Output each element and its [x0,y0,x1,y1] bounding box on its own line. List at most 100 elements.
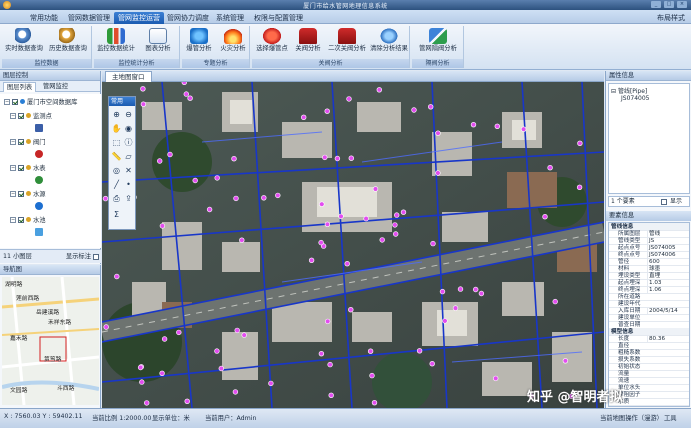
export-icon[interactable]: ⇪ [123,193,134,204]
valve-marker[interactable] [239,237,245,243]
buffer-icon[interactable]: ◎ [111,165,122,176]
valve-marker[interactable] [435,130,441,136]
valve-marker[interactable] [348,307,354,313]
print-icon[interactable]: ⎙ [111,193,122,204]
valve-marker[interactable] [322,154,328,161]
valve-marker[interactable] [429,361,435,367]
valve-marker[interactable] [176,329,182,336]
valve-marker[interactable] [392,222,398,228]
valve-marker[interactable] [576,184,583,191]
select-burst-point-button[interactable]: 选择爆管点 [252,28,292,58]
tab-monitoring[interactable]: 管网监控运营 [114,12,164,24]
valve-marker[interactable] [231,155,237,162]
expand-icon[interactable]: − [10,112,16,119]
valve-marker[interactable] [473,286,479,293]
valve-marker[interactable] [156,158,163,164]
valve-marker[interactable] [232,389,239,395]
layer-item-valve[interactable]: − 阀门 [10,136,46,147]
tab-network-monitor[interactable]: 管网监控 [40,82,71,92]
valve-marker[interactable] [181,82,187,85]
feature-tree-item[interactable]: JS074005 [621,95,649,102]
valve-marker[interactable] [214,175,220,181]
main-map-tab[interactable]: 主地图窗口 [105,71,152,82]
valve-marker[interactable] [372,186,379,192]
tools-menu[interactable]: 工具 [664,413,677,422]
valve-marker[interactable] [367,348,374,354]
valve-marker[interactable] [552,298,558,305]
fire-analysis-button[interactable]: 火灾分析 [216,28,250,58]
tab-permissions[interactable]: 权限与配置管理 [250,12,307,24]
identify-icon[interactable]: ⓘ [123,137,134,148]
display-checkbox[interactable] [661,199,667,205]
layer-tree-root[interactable]: − 厦门市空间数据库 [4,96,77,107]
valve-marker[interactable] [275,192,281,199]
valve-marker[interactable] [233,195,239,202]
valve-marker[interactable] [324,108,330,114]
tab-system[interactable]: 系统管理 [212,12,248,24]
layer-checkbox[interactable] [12,98,18,105]
expand-icon[interactable]: − [10,190,16,197]
valve-marker[interactable] [187,95,193,101]
valve-marker[interactable] [363,215,369,222]
valve-marker[interactable] [319,201,325,207]
valve-marker[interactable] [268,380,274,387]
tab-data-management[interactable]: 管网数据管理 [64,12,114,24]
valve-marker[interactable] [369,372,375,379]
valve-marker[interactable] [114,273,120,280]
pan-icon[interactable]: ✋ [111,123,122,134]
valve-marker[interactable] [184,398,190,404]
valve-marker[interactable] [338,213,344,220]
expand-icon[interactable]: − [10,164,16,171]
valve-marker[interactable] [140,101,147,107]
valve-marker[interactable] [140,86,146,92]
layer-item-pool[interactable]: − 水池 [10,214,46,225]
close-button[interactable]: × [677,1,687,8]
burst-analysis-button[interactable]: 爆管分析 [182,28,216,58]
valve-marker[interactable] [328,392,334,398]
valve-marker[interactable] [442,318,448,324]
draw-line-icon[interactable]: ╱ [111,179,122,190]
valve-marker[interactable] [562,358,569,364]
valve-marker[interactable] [494,123,500,129]
valve-marker[interactable] [393,231,399,237]
clear-results-button[interactable]: 清除分析结果 [368,28,410,58]
layer-item-meter[interactable]: − 水表 [10,162,46,173]
valve-marker[interactable] [318,239,324,246]
valve-marker[interactable] [344,261,350,267]
valve-marker[interactable] [346,96,352,102]
valve-marker[interactable] [542,214,548,220]
select-icon[interactable]: ⬚ [111,137,122,148]
measure-area-icon[interactable]: ▱ [123,151,134,162]
collapse-icon[interactable]: ⊟ [611,88,618,95]
tab-common[interactable]: 常用功能 [26,12,62,24]
valve-marker[interactable] [137,364,144,371]
isolation-analysis-button[interactable]: 管网隔阀分析 [417,28,459,58]
minimize-button[interactable]: _ [651,1,661,8]
maximize-button[interactable]: □ [664,1,674,8]
valve-marker[interactable] [411,107,417,113]
valve-marker[interactable] [435,170,441,176]
clear-map-icon[interactable]: ✕ [123,165,134,176]
full-extent-icon[interactable]: ◉ [123,123,134,134]
valve-marker[interactable] [348,155,355,161]
valve-marker[interactable] [218,365,225,372]
valve-marker[interactable] [192,177,198,184]
feature-tree-root[interactable]: ⊟ 管线[Pipe] [611,86,647,95]
second-valve-close-button[interactable]: 二次关阀分析 [326,28,368,58]
layer-item-source[interactable]: − 水源 [10,188,46,199]
valve-marker[interactable] [261,195,267,201]
valve-marker[interactable] [161,336,168,342]
valve-marker[interactable] [452,305,459,311]
sum-icon[interactable]: Σ [111,209,122,220]
zoom-out-icon[interactable]: ⊖ [123,109,134,120]
valve-marker[interactable] [143,400,150,406]
valve-marker[interactable] [167,151,173,158]
collapse-icon[interactable]: − [4,98,10,105]
valve-marker[interactable] [547,164,553,171]
valve-close-button[interactable]: 关阀分析 [290,28,326,58]
valve-marker[interactable] [241,332,247,338]
valve-marker[interactable] [577,140,583,146]
valve-marker[interactable] [301,114,307,120]
layer-checkbox[interactable] [18,216,24,223]
overview-map[interactable]: 湖明路 莲前西路 岳建溪路 禾祥东路 嘉禾路 筼筜路 文园路 斗西路 [2,277,99,405]
